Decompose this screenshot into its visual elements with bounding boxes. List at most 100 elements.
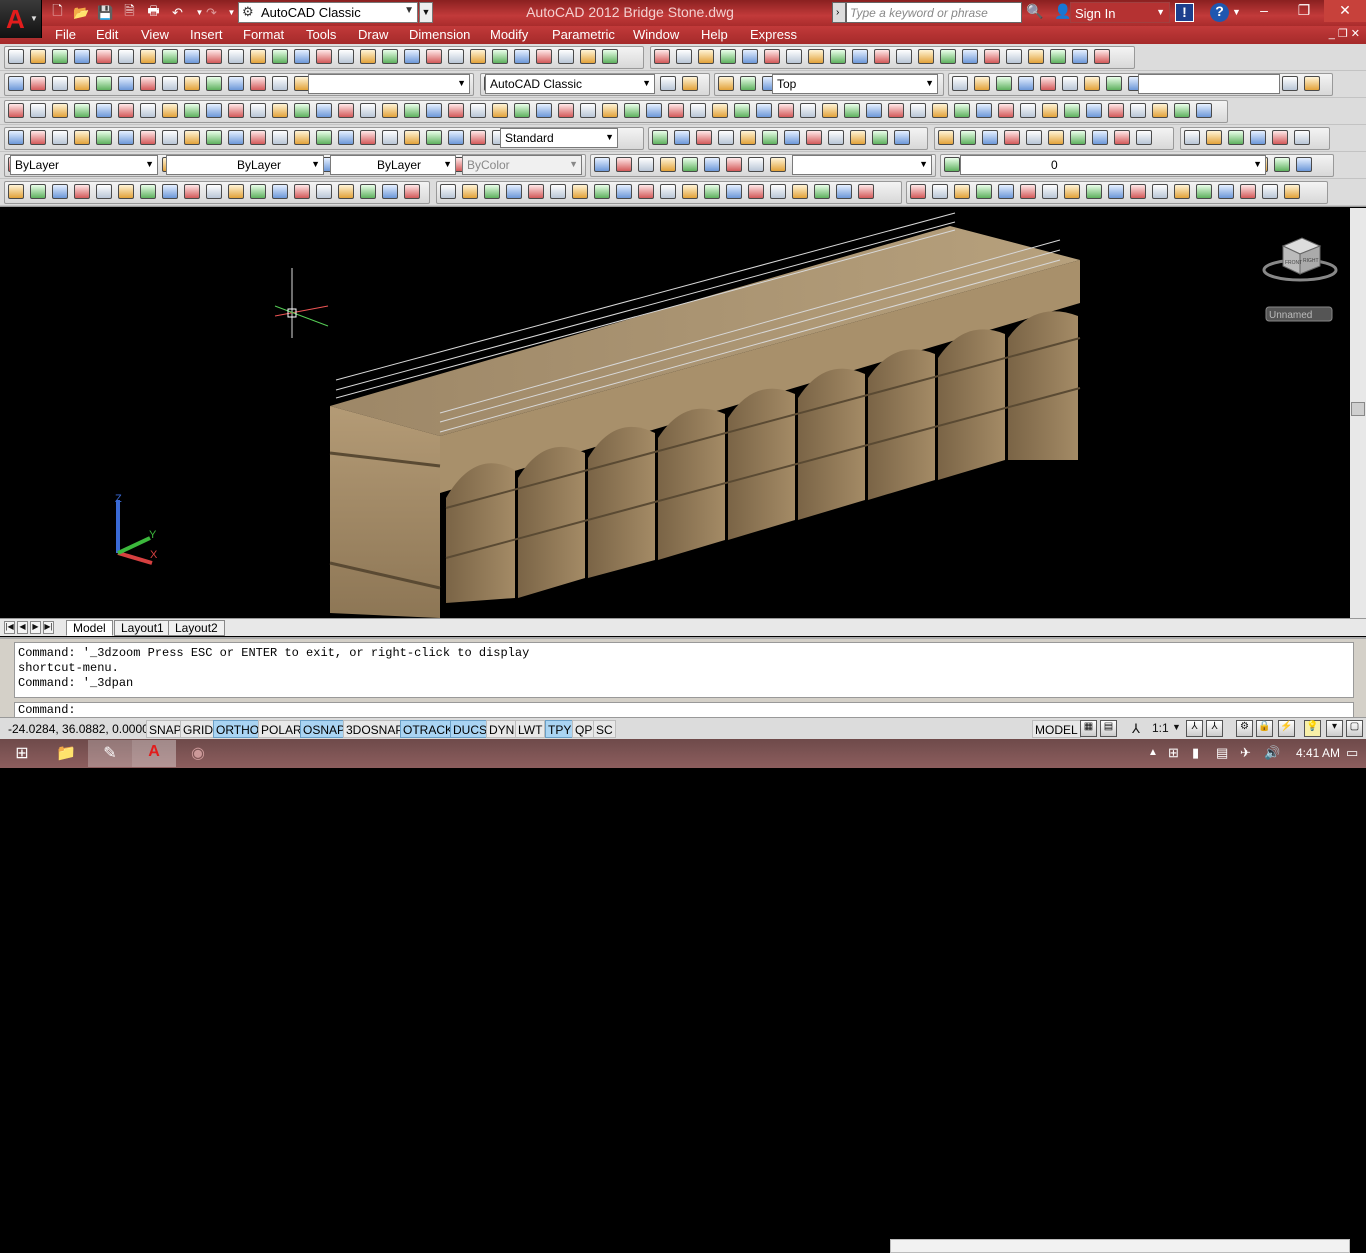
dimension-style-dropdown[interactable]: Standard ▼ — [500, 128, 618, 148]
toolbar-tool-icon[interactable] — [206, 184, 222, 199]
toolbar-tool-icon[interactable] — [682, 76, 698, 91]
toolbar-tool-icon[interactable] — [338, 130, 354, 145]
toolbar-tool-icon[interactable] — [1086, 103, 1102, 118]
toolbar-tool-icon[interactable] — [30, 103, 46, 118]
toolbar-tool-icon[interactable] — [718, 130, 734, 145]
annotation-visibility-icon[interactable]: ⅄ — [1186, 720, 1203, 737]
network-icon[interactable]: ✈ — [1240, 745, 1251, 761]
toolbar-tool-icon[interactable] — [806, 130, 822, 145]
toolbar-tool-icon[interactable] — [184, 184, 200, 199]
toolbar-tool-icon[interactable] — [74, 76, 90, 91]
toolbar-tool-icon[interactable] — [528, 184, 544, 199]
toolbar-tool-icon[interactable] — [660, 76, 676, 91]
next-tab-button[interactable]: ▶ — [30, 621, 41, 634]
toolbar-tool-icon[interactable] — [720, 49, 736, 64]
toolbar-tool-icon[interactable] — [674, 130, 690, 145]
toolbar-tool-icon[interactable] — [748, 157, 764, 172]
toolbar-tool-icon[interactable] — [646, 103, 662, 118]
toolbar-tool-icon[interactable] — [638, 184, 654, 199]
toolbar-tool-icon[interactable] — [654, 49, 670, 64]
toolbar-tool-icon[interactable] — [426, 49, 442, 64]
toolbar-tool-icon[interactable] — [228, 184, 244, 199]
tab-layout1[interactable]: Layout1 — [114, 620, 171, 636]
toolbar-tool-icon[interactable] — [1042, 103, 1058, 118]
search-expand-button[interactable]: › — [832, 2, 846, 23]
chevron-down-icon[interactable]: ▼ — [1232, 7, 1241, 17]
toolbar-tool-icon[interactable] — [404, 49, 420, 64]
toolbar-tool-icon[interactable] — [382, 103, 398, 118]
quick-access-customize-button[interactable]: ▼ — [419, 2, 433, 23]
coordinates-display[interactable]: -24.0284, 36.0882, 0.0000 — [8, 722, 149, 736]
toggle-ducs[interactable]: DUCS — [450, 720, 491, 738]
save-icon[interactable]: 💾 — [96, 3, 115, 22]
menu-tools[interactable]: Tools — [306, 27, 336, 42]
toolbar-tool-icon[interactable] — [808, 49, 824, 64]
workspace-dropdown[interactable]: ⚙ AutoCAD Classic ▼ — [238, 2, 418, 23]
viewcube[interactable] — [1262, 237, 1338, 282]
toolbar-tool-icon[interactable] — [250, 76, 266, 91]
menu-view[interactable]: View — [141, 27, 169, 42]
toolbar-tool-icon[interactable] — [874, 49, 890, 64]
toolbar-tool-icon[interactable] — [1020, 184, 1036, 199]
toolbar-tool-icon[interactable] — [118, 103, 134, 118]
toolbar-tool-icon[interactable] — [536, 49, 552, 64]
toolbar-tool-icon[interactable] — [118, 184, 134, 199]
toolbar-tool-icon[interactable] — [140, 184, 156, 199]
toolbar-tool-icon[interactable] — [800, 103, 816, 118]
toolbar-tool-icon[interactable] — [1304, 76, 1320, 91]
toggle-qp[interactable]: QP — [572, 720, 596, 738]
toolbar-tool-icon[interactable] — [1282, 76, 1298, 91]
toolbar-tool-icon[interactable] — [184, 49, 200, 64]
application-menu-button[interactable]: A ▼ — [0, 0, 42, 38]
horizontal-scrollbar[interactable] — [890, 1239, 1350, 1253]
toolbar-tool-icon[interactable] — [858, 184, 874, 199]
prev-tab-button[interactable]: ◀ — [17, 621, 28, 634]
toolbar-tool-icon[interactable] — [272, 184, 288, 199]
toggle-ortho[interactable]: ORTHO — [213, 720, 263, 738]
binoculars-icon[interactable]: 🔍 — [1026, 3, 1043, 20]
toolbar-tool-icon[interactable] — [360, 103, 376, 118]
toolbar-tool-icon[interactable] — [660, 157, 676, 172]
toolbar-tool-icon[interactable] — [756, 103, 772, 118]
redo-icon[interactable]: ↷ — [202, 3, 221, 22]
toolbar-tool-icon[interactable] — [426, 103, 442, 118]
toolbar-tool-icon[interactable] — [470, 49, 486, 64]
toolbar-tool-icon[interactable] — [338, 184, 354, 199]
toolbar-tool-icon[interactable] — [30, 130, 46, 145]
toolbar-tool-icon[interactable] — [1018, 76, 1034, 91]
toolbar-tool-icon[interactable] — [828, 130, 844, 145]
toolbar-tool-icon[interactable] — [484, 184, 500, 199]
toolbar-tool-icon[interactable] — [616, 157, 632, 172]
toolbar-tool-icon[interactable] — [982, 130, 998, 145]
toolbar-tool-icon[interactable] — [894, 130, 910, 145]
toolbar-tool-icon[interactable] — [690, 103, 706, 118]
menu-draw[interactable]: Draw — [358, 27, 388, 42]
toolbar-tool-icon[interactable] — [96, 184, 112, 199]
notifications-icon[interactable]: ▭ — [1346, 745, 1358, 761]
toolbar-tool-icon[interactable] — [1086, 184, 1102, 199]
save-as-icon[interactable]: 🗎 — [120, 3, 139, 22]
menu-insert[interactable]: Insert — [190, 27, 223, 42]
taskbar-app-icon[interactable]: ✎ — [88, 740, 132, 767]
menu-format[interactable]: Format — [243, 27, 284, 42]
toolbar-tool-icon[interactable] — [954, 184, 970, 199]
toolbar-tool-icon[interactable] — [338, 103, 354, 118]
menu-edit[interactable]: Edit — [96, 27, 118, 42]
toolbar-tool-icon[interactable] — [294, 184, 310, 199]
toolbar-tool-icon[interactable] — [1050, 49, 1066, 64]
toolbar-tool-icon[interactable] — [850, 130, 866, 145]
toolbar-tool-icon[interactable] — [162, 130, 178, 145]
toolbar-tool-icon[interactable] — [1152, 184, 1168, 199]
model-space-button[interactable]: MODEL — [1032, 720, 1081, 738]
toolbar-tool-icon[interactable] — [316, 184, 332, 199]
restore-button[interactable]: ❐ — [1284, 0, 1324, 22]
toolbar-tool-icon[interactable] — [1062, 76, 1078, 91]
quick-view-icon[interactable]: ▤ — [1100, 720, 1117, 737]
toolbar-tool-icon[interactable] — [206, 49, 222, 64]
toolbar-tool-icon[interactable] — [1064, 184, 1080, 199]
toolbar-tool-icon[interactable] — [976, 184, 992, 199]
toolbar-tool-icon[interactable] — [1206, 130, 1222, 145]
toolbar-tool-icon[interactable] — [1084, 76, 1100, 91]
toolbar-tool-icon[interactable] — [382, 130, 398, 145]
toolbar-tool-icon[interactable] — [932, 103, 948, 118]
